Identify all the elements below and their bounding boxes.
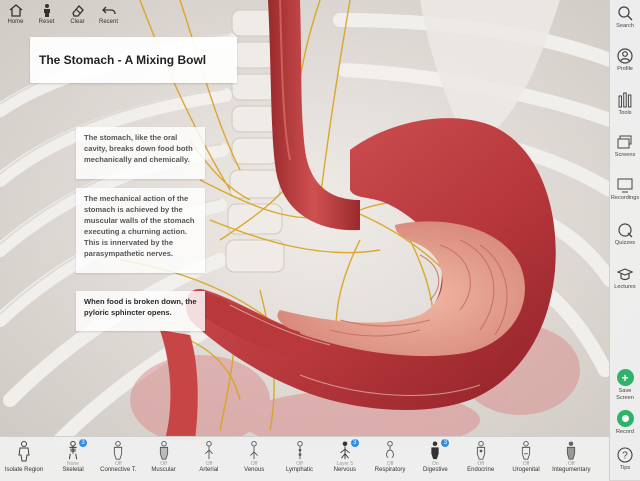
system-name: Venous bbox=[244, 467, 265, 473]
quizzes-button[interactable]: Quizzes bbox=[610, 222, 640, 247]
system-name: Arterial bbox=[199, 467, 219, 473]
info-card-3: When food is broken down, the pyloric sp… bbox=[76, 291, 205, 331]
system-button-connective-t[interactable]: Off Connective T. bbox=[97, 437, 139, 481]
system-button-venous[interactable]: Off Venous bbox=[233, 437, 275, 481]
search-icon bbox=[618, 6, 633, 21]
profile-icon bbox=[617, 48, 633, 64]
connective-tissue-icon bbox=[114, 441, 123, 460]
system-name: Digestive bbox=[423, 467, 448, 473]
system-name: Respiratory bbox=[374, 467, 406, 473]
arterial-icon bbox=[204, 441, 213, 460]
endocrine-icon bbox=[476, 441, 485, 460]
system-button-respiratory[interactable]: Off Respiratory bbox=[369, 437, 411, 481]
page-title: The Stomach - A Mixing Bowl bbox=[39, 53, 207, 67]
save-screen-button[interactable]: + Save Screen bbox=[610, 369, 640, 401]
system-button-skeletal[interactable]: None Skeletal 3 bbox=[52, 437, 94, 481]
top-toolbar: Home Reset Clear Recent bbox=[0, 0, 130, 30]
system-button-arterial[interactable]: Off Arterial bbox=[188, 437, 230, 481]
system-button-lymphatic[interactable]: Off Lymphatic bbox=[279, 437, 321, 481]
plus-icon: + bbox=[616, 369, 634, 386]
reset-figure-icon bbox=[43, 4, 50, 17]
info-card-2: The mechanical action of the stomach is … bbox=[76, 188, 205, 273]
system-name: Lymphatic bbox=[285, 467, 314, 473]
body-systems-bar: Isolate Region None Skeletal 3 Off Connectiv… bbox=[0, 436, 609, 481]
isolate-region-button[interactable]: Isolate Region bbox=[0, 437, 48, 481]
recordings-icon bbox=[617, 178, 633, 193]
muscle-icon bbox=[159, 441, 168, 460]
system-name: Nervous bbox=[333, 467, 356, 473]
profile-button[interactable]: Profile bbox=[610, 48, 640, 73]
info-text-3: When food is broken down, the pyloric sp… bbox=[84, 297, 197, 317]
isolate-region-label: Isolate Region bbox=[4, 467, 44, 473]
svg-text:?: ? bbox=[622, 451, 628, 462]
layer-badge[interactable]: 3 bbox=[79, 439, 87, 447]
tips-label: Tips bbox=[619, 465, 631, 471]
recent-button[interactable]: Recent bbox=[93, 0, 124, 30]
home-icon bbox=[9, 4, 22, 17]
system-button-digestive[interactable]: On Digestive 3 bbox=[414, 437, 456, 481]
home-label: Home bbox=[7, 19, 24, 25]
recordings-button[interactable]: Recordings bbox=[610, 177, 640, 202]
home-button[interactable]: Home bbox=[0, 0, 31, 30]
tools-icon bbox=[618, 92, 632, 108]
layer-badge[interactable]: 3 bbox=[350, 439, 359, 447]
reset-label: Reset bbox=[38, 19, 55, 25]
record-button[interactable]: Record bbox=[610, 410, 640, 436]
tips-button[interactable]: ? Tips bbox=[610, 447, 640, 472]
system-button-nervous[interactable]: Layer 5 Nervous 3 bbox=[324, 437, 366, 481]
save-screen-label: Save Screen bbox=[616, 388, 634, 401]
tools-button[interactable]: Tools bbox=[610, 92, 640, 117]
system-button-endocrine[interactable]: Off Endocrine bbox=[460, 437, 502, 481]
respiratory-icon bbox=[386, 441, 394, 458]
lesson-title-card: The Stomach - A Mixing Bowl bbox=[30, 37, 237, 83]
system-button-integumentary[interactable]: Off Integumentary bbox=[550, 437, 592, 481]
search-label: Search bbox=[616, 23, 634, 29]
info-card-1: The stomach, like the oral cavity, break… bbox=[76, 127, 205, 179]
isolate-figure-icon bbox=[18, 441, 30, 462]
info-text-2: The mechanical action of the stomach is … bbox=[84, 194, 195, 258]
search-button[interactable]: Search bbox=[610, 5, 640, 30]
right-sidebar: Search Profile Tools Screens Recordings bbox=[609, 0, 640, 480]
system-name: Integumentary bbox=[552, 467, 591, 473]
recordings-label: Recordings bbox=[610, 195, 640, 201]
system-name: Skeletal bbox=[62, 467, 84, 473]
undo-arrow-icon bbox=[101, 6, 116, 15]
reset-button[interactable]: Reset bbox=[31, 0, 62, 30]
recent-label: Recent bbox=[98, 19, 118, 25]
screens-button[interactable]: Screens bbox=[610, 134, 640, 159]
quiz-icon bbox=[618, 223, 633, 238]
system-button-muscular[interactable]: Off Muscular bbox=[143, 437, 185, 481]
lectures-button[interactable]: Lectures bbox=[610, 266, 640, 291]
venous-icon bbox=[250, 441, 259, 460]
tools-label: Tools bbox=[618, 110, 632, 116]
layer-badge[interactable]: 3 bbox=[441, 439, 450, 447]
graduation-cap-icon bbox=[617, 268, 633, 281]
lectures-label: Lectures bbox=[614, 284, 636, 290]
quizzes-label: Quizzes bbox=[614, 240, 636, 246]
info-text-1: The stomach, like the oral cavity, break… bbox=[84, 133, 193, 164]
eraser-icon bbox=[71, 5, 84, 17]
clear-button[interactable]: Clear bbox=[62, 0, 93, 30]
system-button-urogenital[interactable]: Off Urogenital bbox=[505, 437, 547, 481]
clear-label: Clear bbox=[70, 19, 85, 25]
system-name: Connective T. bbox=[100, 467, 137, 473]
help-icon: ? bbox=[617, 447, 633, 463]
integumentary-icon bbox=[567, 441, 576, 460]
system-name: Endocrine bbox=[467, 467, 495, 473]
lymphatic-icon bbox=[296, 441, 303, 460]
record-icon bbox=[616, 410, 634, 427]
urogenital-icon bbox=[521, 441, 531, 460]
system-name: Muscular bbox=[151, 467, 176, 473]
system-name: Urogenital bbox=[512, 467, 540, 473]
screens-icon bbox=[617, 135, 632, 149]
screens-label: Screens bbox=[614, 152, 636, 158]
profile-label: Profile bbox=[617, 66, 633, 72]
record-label: Record bbox=[615, 429, 635, 435]
